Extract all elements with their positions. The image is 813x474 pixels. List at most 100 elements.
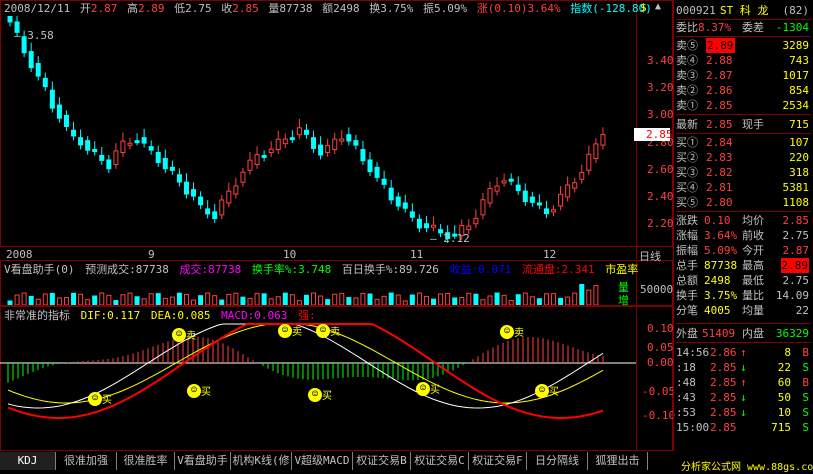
- last-price-value: 2.85: [646, 128, 673, 141]
- y-axis-divider: [636, 0, 637, 451]
- tab-8[interactable]: 权证交易F: [469, 452, 527, 470]
- volume-bar: [191, 299, 197, 305]
- pe-label: 市盈率: [605, 263, 639, 276]
- macd-title: 非常准的指标: [4, 309, 70, 322]
- amount-value: 2498: [333, 2, 360, 15]
- candle-body: [247, 159, 253, 171]
- change-value: (0.10)3.64%: [487, 2, 561, 15]
- vol-title: V看盘助手(0): [4, 263, 75, 276]
- volume-bar: [198, 295, 204, 305]
- sell-row-5: 卖⑤ 2.89 3289: [676, 38, 809, 53]
- candle-body: [183, 181, 189, 195]
- candle-body: [35, 62, 41, 77]
- buy-price: 2.81: [706, 181, 733, 194]
- candle-body: [275, 138, 281, 151]
- sell-level-label: 卖①: [676, 99, 698, 112]
- tab-10[interactable]: 狐狸出击: [588, 452, 648, 470]
- tab-9[interactable]: 日分隔线: [527, 452, 588, 470]
- smiley-icon: ☺: [308, 388, 322, 402]
- candle-body: [226, 190, 232, 204]
- volume-value: 87738: [279, 2, 313, 15]
- volume-bar: [176, 292, 182, 305]
- smiley-icon: ☺: [88, 392, 102, 406]
- turn-label: 换手率%:: [251, 263, 299, 276]
- tick-row: :53 2.85 ↓ 10 S: [676, 405, 809, 420]
- volume-bar: [501, 294, 507, 305]
- tab-6[interactable]: 权证交易B: [353, 452, 411, 470]
- buy-label: 买: [549, 387, 559, 398]
- stat-value-2: 2.75: [782, 229, 810, 242]
- volume-bar: [71, 292, 77, 305]
- stat-row: 总额 2498 最低 2.75: [676, 273, 809, 288]
- tab-1[interactable]: 很准加强: [56, 452, 117, 470]
- stat-value-2: 2.87: [782, 244, 810, 257]
- legend-inc: 增: [618, 294, 629, 307]
- low-mark: — 2.12: [430, 232, 470, 245]
- tab-0[interactable]: KDJ: [0, 452, 56, 470]
- tab-5[interactable]: V超级MACD: [292, 452, 353, 470]
- tick-volume: 10: [777, 406, 791, 419]
- weicha-label: 委差: [742, 21, 764, 34]
- candle-body: [92, 149, 98, 153]
- volume-bar: [303, 294, 309, 305]
- turn-value: 3.748: [298, 263, 332, 276]
- tick-direction: ↑: [740, 346, 747, 359]
- stat-value: 2498: [704, 274, 731, 287]
- outer-inner-row: 外盘 51409 内盘 36329: [676, 326, 809, 341]
- profit-value: 0.071: [478, 263, 512, 276]
- candle-body: [367, 159, 373, 173]
- dollar-icon[interactable]: $: [640, 1, 647, 14]
- buy-level-label: 买⑤: [676, 196, 698, 209]
- macd-tick-n010: -0.10: [642, 409, 676, 422]
- stat-value-2: 22: [795, 304, 809, 317]
- volume-bar: [494, 292, 500, 305]
- dea-label: DEA:: [150, 309, 178, 322]
- candle-body: [339, 138, 345, 142]
- scroll-up-icon[interactable]: ▲: [655, 1, 661, 12]
- volume-bar: [35, 298, 41, 305]
- volume-bar: [579, 284, 585, 305]
- tab-2[interactable]: 很准胜率: [117, 452, 175, 470]
- smiley-icon: ☺: [316, 324, 330, 338]
- tab-7[interactable]: 权证交易C: [411, 452, 469, 470]
- tick-side: S: [802, 391, 809, 404]
- index-label: 指数: [570, 2, 593, 15]
- candlestick-chart[interactable]: [0, 16, 636, 246]
- kline-info-bar: 2008/12/11 开2.87 高2.89 低2.75 收2.85 量8773…: [4, 2, 655, 16]
- candle-body: [508, 178, 514, 182]
- tick-row: 14:56 2.86 ↑ 8 B: [676, 345, 809, 360]
- volume-bar: [360, 292, 366, 305]
- buy-level-label: 买③: [676, 166, 698, 179]
- volume-chart[interactable]: [0, 277, 600, 305]
- low-mark-value: 2.12: [443, 232, 470, 245]
- tick-side: S: [802, 361, 809, 374]
- candle-body: [78, 137, 84, 146]
- volume-bar: [522, 292, 528, 305]
- buy-level-label: 买①: [676, 136, 698, 149]
- buy-label: 买: [322, 391, 332, 402]
- month-2008: 2008: [6, 248, 33, 261]
- volume-bar: [78, 293, 84, 305]
- candle-body: [353, 140, 359, 146]
- candle-body: [543, 208, 549, 215]
- candle-body: [388, 187, 394, 201]
- stat-value-2: 14.09: [775, 289, 809, 302]
- quote-header: 000921 ST 科 龙 (82): [676, 3, 809, 18]
- sell-level-label: 卖④: [676, 54, 698, 67]
- tick-price: 2.85: [710, 406, 737, 419]
- volume-bar: [311, 292, 317, 305]
- sell-label: 卖: [514, 328, 524, 339]
- candle-body: [120, 140, 126, 154]
- volume-bar: [21, 292, 27, 305]
- volume-bar: [85, 299, 91, 305]
- smiley-icon: ☺: [500, 325, 514, 339]
- volume-bar: [551, 293, 557, 305]
- candle-body: [381, 178, 387, 185]
- cur-label: 现手: [742, 118, 764, 131]
- volume-bar: [508, 299, 514, 305]
- tick-side: B: [802, 376, 809, 389]
- tab-4[interactable]: 机构K线(修: [231, 452, 292, 470]
- tab-3[interactable]: V看盘助手: [175, 452, 231, 470]
- tick-side: S: [802, 421, 809, 434]
- candle-body: [233, 185, 239, 195]
